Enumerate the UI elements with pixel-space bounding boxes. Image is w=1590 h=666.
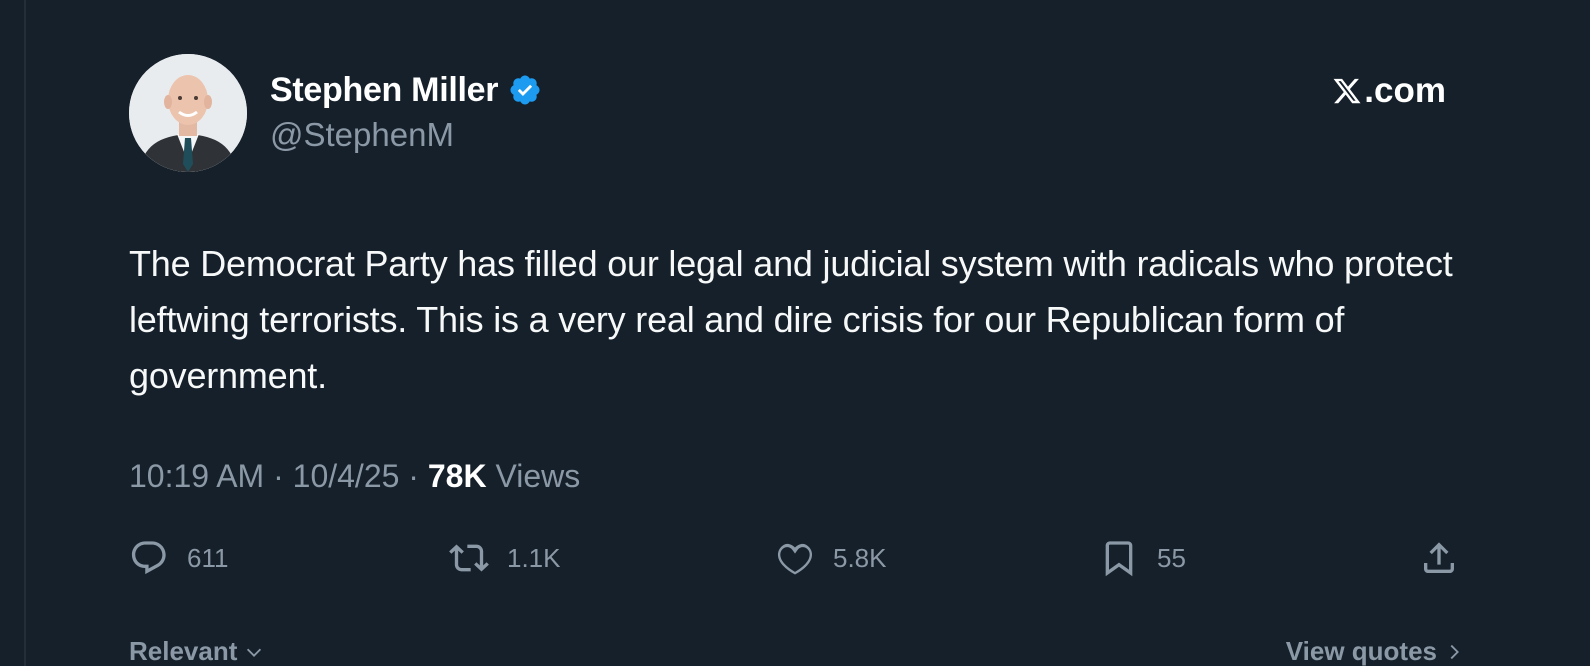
share-button[interactable] bbox=[1419, 532, 1459, 584]
like-button[interactable]: 5.8K bbox=[775, 532, 887, 584]
retweet-icon bbox=[449, 544, 489, 572]
meta-separator: · bbox=[273, 458, 284, 494]
author-name-row: Stephen Miller bbox=[270, 70, 542, 110]
view-quotes-label: View quotes bbox=[1285, 636, 1437, 666]
retweet-count: 1.1K bbox=[507, 542, 561, 573]
chevron-right-icon bbox=[1450, 644, 1459, 659]
reply-icon bbox=[131, 541, 166, 575]
avatar[interactable] bbox=[129, 54, 247, 172]
reply-button[interactable]: 611 bbox=[129, 532, 228, 584]
tweet-card: Stephen Miller @StephenM .com The Democr… bbox=[0, 0, 1590, 666]
view-quotes-link[interactable]: View quotes bbox=[1286, 636, 1465, 666]
brand-watermark: .com bbox=[1332, 70, 1446, 112]
tweet-time[interactable]: 10:19 AM bbox=[129, 458, 264, 494]
action-bar: 611 1.1K 5.8K 55 bbox=[129, 532, 1465, 584]
meta-separator: · bbox=[408, 458, 419, 494]
brand-label: .com bbox=[1364, 71, 1446, 110]
heart-icon bbox=[777, 543, 813, 575]
bookmark-button[interactable]: 55 bbox=[1099, 532, 1186, 584]
author-display-name[interactable]: Stephen Miller bbox=[270, 71, 498, 110]
retweet-button[interactable]: 1.1K bbox=[449, 532, 561, 584]
tweet-date[interactable]: 10/4/25 bbox=[293, 458, 400, 494]
verified-badge-icon[interactable] bbox=[508, 73, 542, 107]
chevron-down-icon bbox=[247, 648, 262, 657]
x-logo-icon bbox=[1333, 78, 1361, 104]
bookmark-count: 55 bbox=[1157, 542, 1186, 573]
replies-toolbar: Relevant View quotes bbox=[129, 636, 1465, 666]
profile-photo bbox=[129, 54, 247, 172]
sort-dropdown[interactable]: Relevant bbox=[129, 636, 265, 666]
bookmark-icon bbox=[1105, 541, 1133, 577]
like-count: 5.8K bbox=[833, 542, 887, 573]
author-handle[interactable]: @StephenM bbox=[270, 116, 454, 154]
views-count: 78K bbox=[427, 458, 487, 494]
reply-count: 611 bbox=[187, 542, 229, 573]
tweet-meta: 10:19 AM · 10/4/25 · 78K Views bbox=[129, 458, 580, 495]
tweet-text: The Democrat Party has filled our legal … bbox=[129, 243, 1453, 396]
sort-label: Relevant bbox=[129, 636, 238, 666]
column-divider bbox=[24, 0, 26, 666]
share-icon bbox=[1424, 542, 1454, 573]
views-label: Views bbox=[495, 458, 581, 494]
